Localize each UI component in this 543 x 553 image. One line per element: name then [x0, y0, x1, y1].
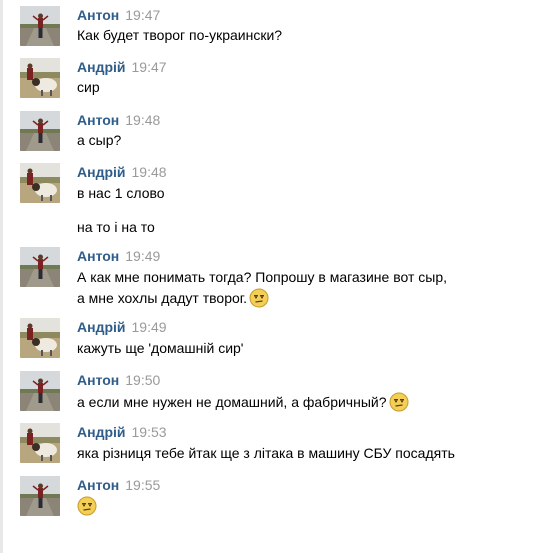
avatar[interactable]: [20, 111, 60, 151]
timestamp: 19:48: [131, 164, 167, 180]
avatar-andriy-icon: [20, 163, 60, 203]
avatar-anton-icon: [20, 371, 60, 411]
message-text: а сыр?: [77, 132, 122, 148]
message-text-with-emoji: а мне хохлы дадут творог.: [77, 288, 269, 308]
message-emoji-only: [77, 496, 97, 516]
timestamp: 19:55: [125, 477, 161, 493]
message-text: сир: [77, 79, 100, 95]
message-header: Антон 19:47: [77, 6, 160, 24]
message-text: яка різниця тебе йтак ще з літака в маши…: [77, 445, 455, 461]
avatar[interactable]: [20, 318, 60, 358]
message-header: Антон 19:49: [77, 247, 160, 265]
avatar[interactable]: [20, 371, 60, 411]
avatar-anton-icon: [20, 476, 60, 516]
author-name[interactable]: Антон: [77, 112, 119, 128]
message-text: на то і на то: [77, 219, 155, 235]
timestamp: 19:47: [131, 59, 167, 75]
message-text-with-emoji: а если мне нужен не домашний, а фабричны…: [77, 392, 409, 412]
avatar-anton-icon: [20, 247, 60, 287]
timestamp: 19:50: [125, 372, 161, 388]
author-name[interactable]: Андрій: [77, 424, 126, 440]
avatar-anton-icon: [20, 6, 60, 46]
timestamp: 19:53: [131, 424, 167, 440]
avatar[interactable]: [20, 58, 60, 98]
avatar-andriy-icon: [20, 58, 60, 98]
divider: [0, 0, 3, 553]
timestamp: 19:47: [125, 7, 161, 23]
message-header: Андрій 19:53: [77, 423, 167, 441]
author-name[interactable]: Андрій: [77, 59, 126, 75]
avatar[interactable]: [20, 6, 60, 46]
message-header: Антон 19:50: [77, 371, 160, 389]
confused-face-emoji-icon: [77, 496, 97, 516]
message-text: а мне хохлы дадут творог.: [77, 290, 248, 306]
timestamp: 19:49: [125, 248, 161, 264]
message-text: кажуть ще 'домашній сир': [77, 340, 244, 356]
avatar[interactable]: [20, 247, 60, 287]
chat-log: Антон 19:47 Как будет творог по-украински…: [0, 0, 543, 553]
author-name[interactable]: Антон: [77, 248, 119, 264]
confused-face-emoji-icon: [389, 392, 409, 412]
avatar[interactable]: [20, 163, 60, 203]
avatar[interactable]: [20, 476, 60, 516]
message-header: Антон 19:55: [77, 476, 160, 494]
message-header: Антон 19:48: [77, 111, 160, 129]
avatar[interactable]: [20, 423, 60, 463]
avatar-andriy-icon: [20, 318, 60, 358]
message-text: А как мне понимать тогда? Попрошу в мага…: [77, 269, 447, 285]
author-name[interactable]: Антон: [77, 372, 119, 388]
message-header: Андрій 19:47: [77, 58, 167, 76]
confused-face-emoji-icon: [249, 288, 269, 308]
message-text: а если мне нужен не домашний, а фабричны…: [77, 394, 387, 410]
author-name[interactable]: Андрій: [77, 164, 126, 180]
message-header: Андрій 19:48: [77, 163, 167, 181]
timestamp: 19:48: [125, 112, 161, 128]
avatar-anton-icon: [20, 111, 60, 151]
author-name[interactable]: Антон: [77, 7, 119, 23]
author-name[interactable]: Андрій: [77, 319, 126, 335]
message-text: в нас 1 слово: [77, 185, 165, 201]
timestamp: 19:49: [131, 319, 167, 335]
message-header: Андрій 19:49: [77, 318, 167, 336]
author-name[interactable]: Антон: [77, 477, 119, 493]
message-text: Как будет творог по-украински?: [77, 27, 283, 43]
avatar-andriy-icon: [20, 423, 60, 463]
